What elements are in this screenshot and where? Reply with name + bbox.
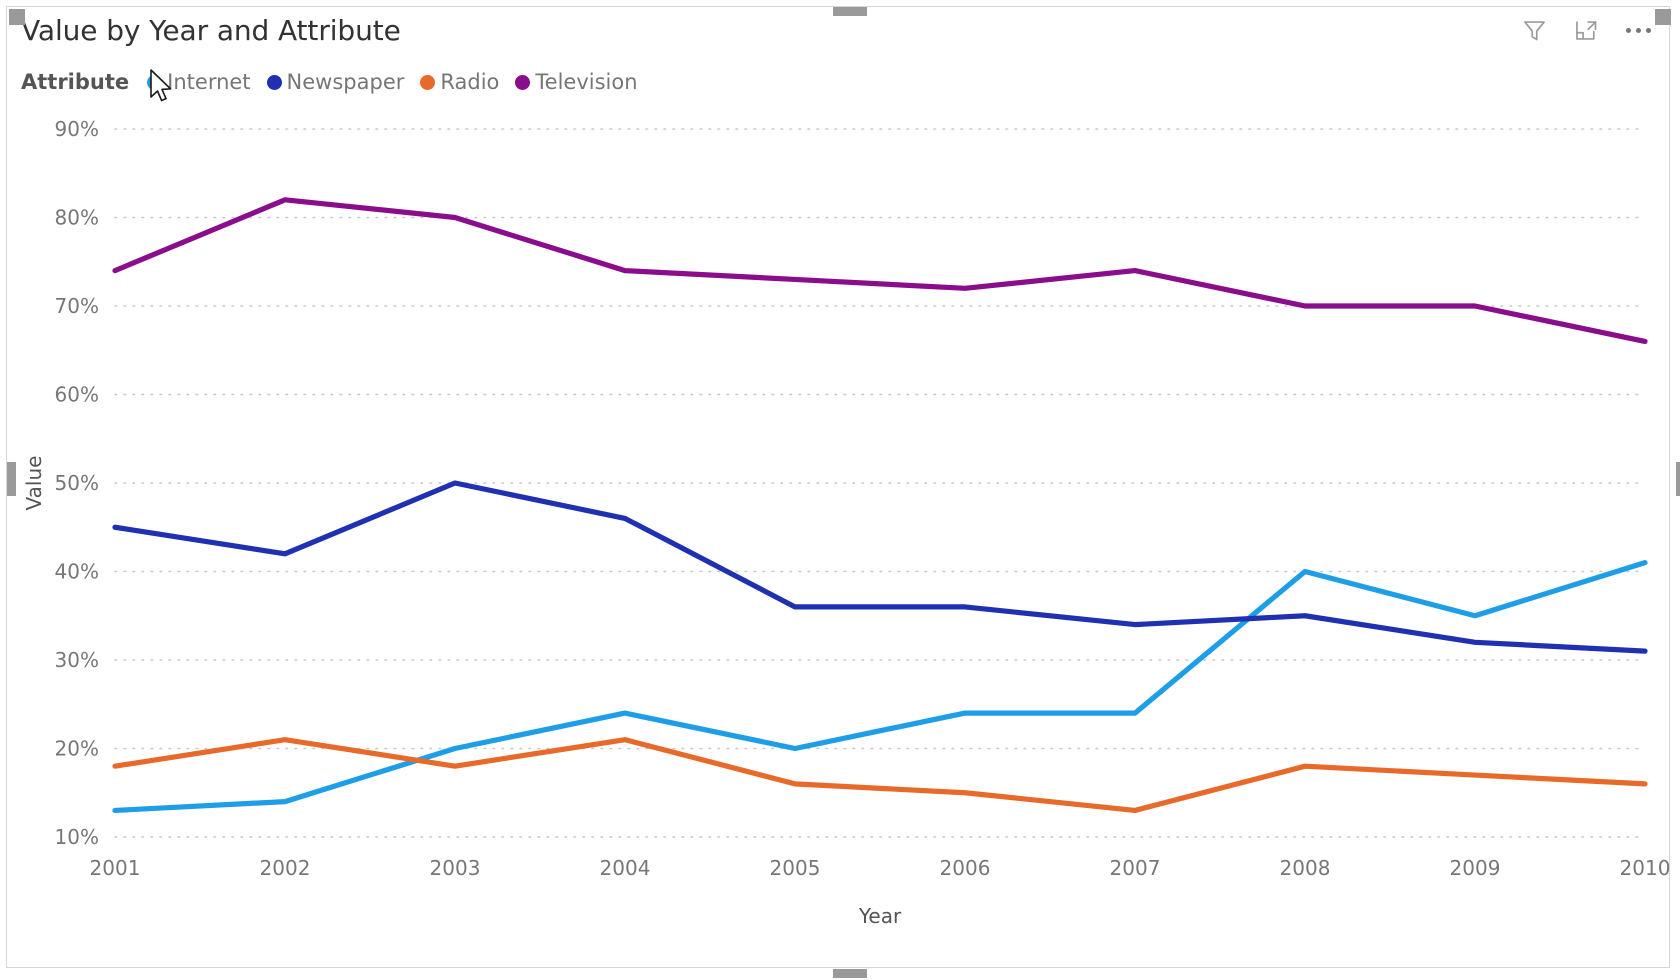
series-line-radio[interactable] — [112, 737, 1648, 814]
legend-color-swatch-internet — [147, 74, 163, 90]
legend-color-swatch-newspaper — [266, 74, 282, 90]
y-axis-tick-label: 50% — [55, 471, 99, 495]
legend-label-newspaper: Newspaper — [286, 70, 405, 94]
y-axis-tick-label: 30% — [55, 648, 99, 672]
data-series-lines — [112, 197, 1648, 814]
y-axis-tick-label: 90% — [55, 117, 99, 141]
resize-handle-top-right[interactable] — [1655, 9, 1671, 25]
x-axis-tick-label[interactable]: 2001 — [90, 856, 141, 880]
legend-title: Attribute — [21, 70, 130, 94]
x-axis-tick-label[interactable]: 2005 — [770, 856, 821, 880]
x-axis-tick-label[interactable]: 2003 — [430, 856, 481, 880]
legend-label-radio: Radio — [440, 70, 500, 94]
resize-handle-top-left[interactable] — [9, 9, 25, 25]
y-axis-tick-label: 70% — [55, 294, 99, 318]
legend-item-television[interactable]: Television — [515, 70, 638, 94]
legend-item-newspaper[interactable]: Newspaper — [266, 70, 405, 94]
x-axis-tick-label[interactable]: 2006 — [940, 856, 991, 880]
legend-color-swatch-television — [515, 74, 531, 90]
powerbi-line-chart-visual: Value by Year and Attribute Attribute In… — [0, 0, 1680, 980]
y-axis-tick-label: 80% — [55, 206, 99, 230]
x-axis-title: Year — [858, 904, 902, 928]
y-axis-tick-label: 20% — [55, 737, 99, 761]
y-axis-tick-label: 10% — [55, 825, 99, 849]
visual-header-actions — [1519, 15, 1653, 45]
resize-handle-bottom-center[interactable] — [833, 969, 867, 978]
x-axis-tick-label[interactable]: 2008 — [1280, 856, 1331, 880]
resize-handle-top-center[interactable] — [833, 7, 867, 16]
legend-label-internet: Internet — [167, 70, 251, 94]
legend-item-internet[interactable]: Internet — [147, 70, 251, 94]
x-axis-tick-label[interactable]: 2004 — [600, 856, 651, 880]
focus-mode-icon[interactable] — [1571, 15, 1601, 45]
x-axis-tick-label[interactable]: 2010 — [1620, 856, 1671, 880]
y-axis-tick-labels: 10% 20% 30% 40% 50% 60% 70% 80% 90% — [55, 117, 99, 849]
legend-item-radio[interactable]: Radio — [420, 70, 499, 94]
x-axis-tick-label[interactable]: 2009 — [1450, 856, 1501, 880]
legend-label-television: Television — [535, 70, 638, 94]
y-axis-tick-label: 60% — [55, 383, 99, 407]
page-title: Value by Year and Attribute — [21, 14, 401, 47]
legend-color-swatch-radio — [420, 74, 436, 90]
y-axis-tick-label: 40% — [55, 560, 99, 584]
resize-handle-right-middle[interactable] — [1676, 462, 1680, 496]
chart-svg: 10% 20% 30% 40% 50% 60% 70% 80% 90% 2001 2002 2003… — [22, 117, 1671, 928]
x-axis-tick-labels: 2001 2002 2003 2004 2005 2006 2007 2008 2009 2010 — [90, 856, 1671, 880]
y-axis-title: Value — [22, 456, 46, 511]
chart-plot-area[interactable]: 10% 20% 30% 40% 50% 60% 70% 80% 90% 2001 2002 2003… — [7, 107, 1671, 969]
series-line-newspaper[interactable] — [112, 480, 1648, 654]
chart-legend: Attribute Internet Newspaper Radio Telev… — [21, 65, 654, 99]
x-axis-tick-label[interactable]: 2002 — [260, 856, 311, 880]
series-line-television[interactable] — [112, 197, 1648, 344]
resize-handle-left-middle[interactable] — [7, 462, 16, 496]
more-options-icon[interactable] — [1623, 15, 1653, 45]
visual-selection-frame[interactable]: Value by Year and Attribute Attribute In… — [6, 6, 1680, 978]
filter-icon[interactable] — [1519, 15, 1549, 45]
x-axis-tick-label[interactable]: 2007 — [1110, 856, 1161, 880]
